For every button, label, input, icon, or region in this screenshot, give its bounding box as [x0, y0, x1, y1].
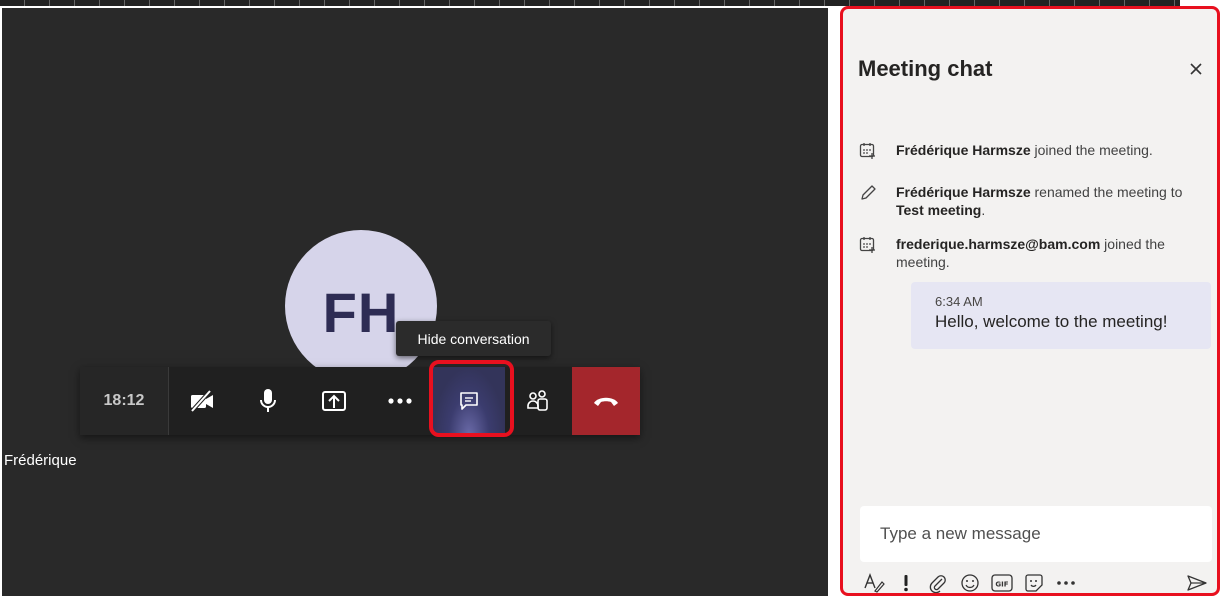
- svg-text:GIF: GIF: [995, 581, 1008, 589]
- sticker-icon: [1025, 574, 1043, 592]
- participants-icon: [527, 390, 548, 411]
- microphone-icon: [260, 389, 276, 412]
- important-button[interactable]: [890, 571, 922, 595]
- participants-button[interactable]: [505, 367, 571, 435]
- format-button[interactable]: [858, 571, 890, 595]
- chat-message: 6:34 AM Hello, welcome to the meeting!: [911, 282, 1211, 349]
- event-text: frederique.harmsze@bam.com joined the me…: [896, 236, 1165, 270]
- calendar-add-icon: [859, 143, 875, 159]
- participant-avatar: FH: [285, 230, 437, 382]
- chat-event: Frédérique Harmsze joined the meeting.: [858, 141, 1208, 160]
- send-button[interactable]: [1181, 571, 1213, 595]
- hang-up-icon: [594, 397, 618, 406]
- event-text: Frédérique Harmsze renamed the meeting t…: [896, 184, 1183, 218]
- gif-icon: GIF: [991, 574, 1013, 592]
- message-timestamp: 6:34 AM: [935, 294, 983, 309]
- hide-conversation-tooltip: Hide conversation: [396, 321, 551, 356]
- meeting-chat-panel: Meeting chat Frédérique Harmsze joined t…: [840, 6, 1220, 596]
- emoji-button[interactable]: [954, 571, 986, 595]
- more-icon: [388, 398, 412, 404]
- compose-toolbar: GIF: [858, 571, 1213, 595]
- chat-event: Frédérique Harmsze renamed the meeting t…: [858, 183, 1208, 219]
- more-icon: [1057, 581, 1075, 585]
- pencil-icon: [861, 185, 876, 200]
- camera-off-icon: [190, 390, 213, 412]
- camera-toggle-button[interactable]: [169, 367, 235, 435]
- hang-up-button[interactable]: [572, 367, 640, 435]
- sticker-button[interactable]: [1018, 571, 1050, 595]
- message-text: Hello, welcome to the meeting!: [935, 312, 1168, 331]
- emoji-icon: [961, 574, 979, 592]
- important-icon: [904, 575, 908, 592]
- chat-event: frederique.harmsze@bam.com joined the me…: [858, 235, 1208, 271]
- avatar-initials: FH: [322, 280, 400, 344]
- send-icon: [1187, 575, 1207, 591]
- participant-name-label: Frédérique: [4, 452, 77, 469]
- share-screen-icon: [322, 391, 346, 411]
- attach-icon: [929, 575, 946, 593]
- compose-message-input[interactable]: [860, 506, 1212, 562]
- chat-title: Meeting chat: [858, 56, 993, 81]
- format-icon: [864, 573, 885, 593]
- more-options-button[interactable]: [1050, 571, 1082, 595]
- more-actions-button[interactable]: [367, 367, 433, 435]
- attach-button[interactable]: [922, 571, 954, 595]
- chat-button-highlight: [429, 360, 514, 437]
- close-icon: [1190, 63, 1202, 75]
- gif-button[interactable]: GIF: [986, 571, 1018, 595]
- call-toolbar: 18:12: [80, 367, 640, 435]
- call-timer: 18:12: [80, 367, 169, 435]
- event-text: Frédérique Harmsze joined the meeting.: [896, 142, 1153, 158]
- microphone-button[interactable]: [235, 367, 301, 435]
- close-chat-button[interactable]: [1186, 59, 1206, 79]
- calendar-add-icon: [859, 237, 875, 253]
- share-screen-button[interactable]: [301, 367, 367, 435]
